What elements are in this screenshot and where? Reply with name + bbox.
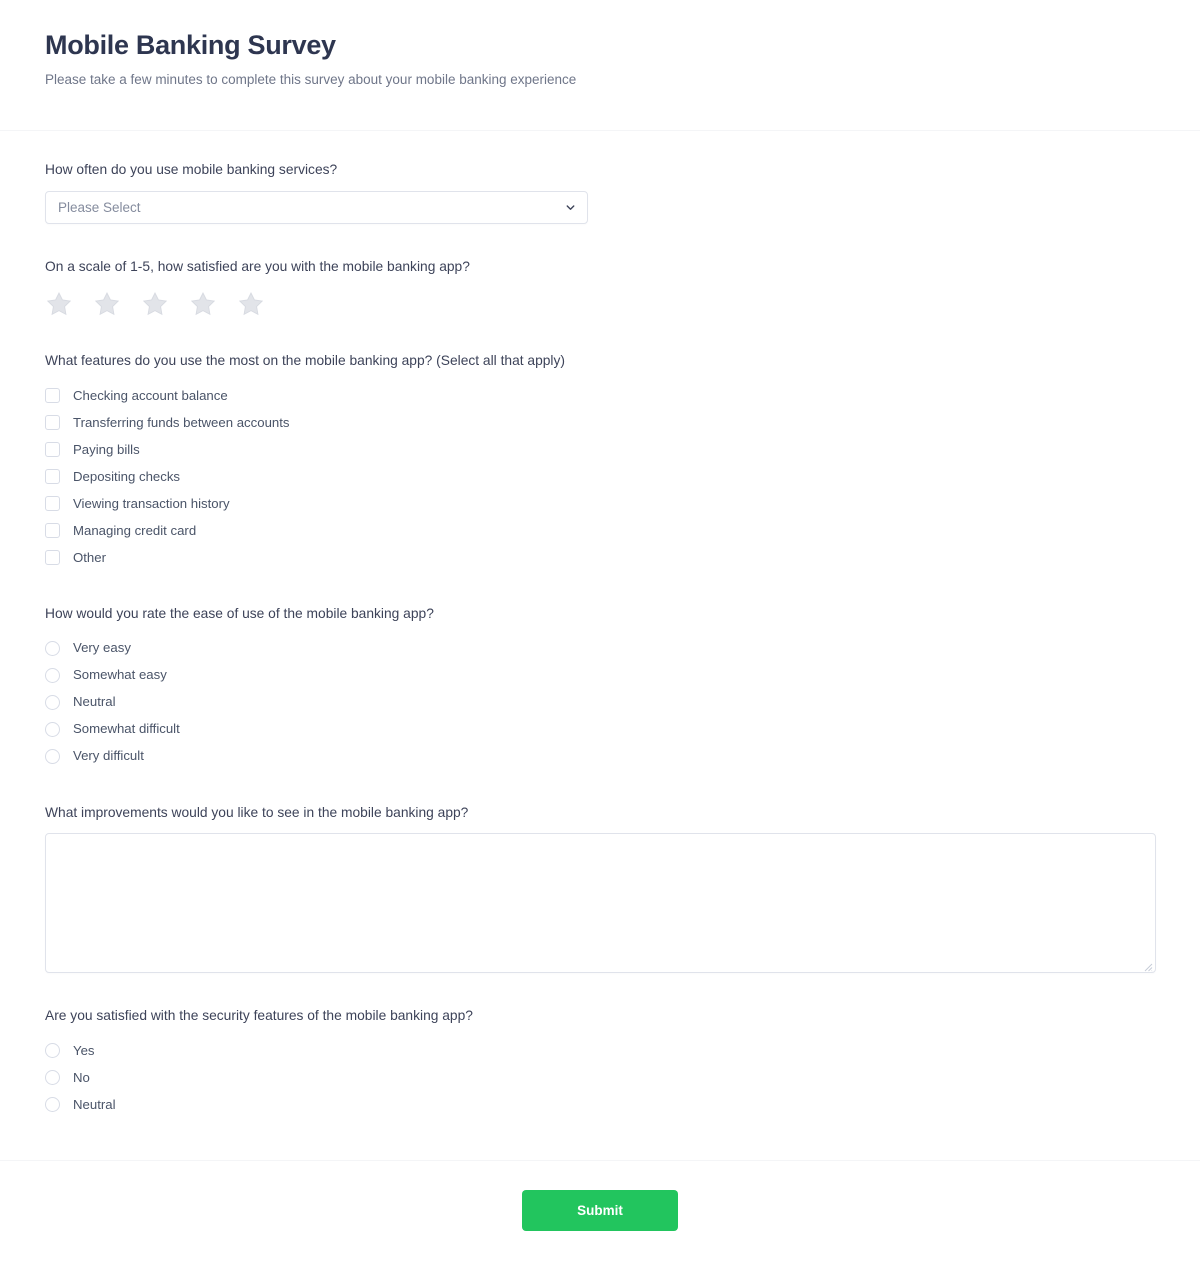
radio-icon[interactable] bbox=[45, 721, 60, 737]
list-item[interactable]: Neutral bbox=[45, 689, 1155, 716]
checkbox-icon[interactable] bbox=[45, 549, 60, 565]
list-item-label: Very easy bbox=[73, 640, 131, 656]
list-item[interactable]: Transferring funds between accounts bbox=[45, 409, 1155, 436]
question-security-label: Are you satisfied with the security feat… bbox=[45, 1008, 473, 1024]
checkbox-icon[interactable] bbox=[45, 441, 60, 457]
list-item[interactable]: Checking account balance bbox=[45, 382, 1155, 409]
list-item-label: Managing credit card bbox=[73, 522, 197, 538]
page-title: Mobile Banking Survey bbox=[45, 30, 336, 60]
list-item-label: Neutral bbox=[73, 1096, 116, 1112]
list-item-label: Checking account balance bbox=[73, 387, 228, 403]
list-item-label: Somewhat easy bbox=[73, 667, 167, 683]
list-item-label: Neutral bbox=[73, 694, 116, 710]
question-satisfaction-label: On a scale of 1-5, how satisfied are you… bbox=[45, 258, 470, 274]
features-checkbox-group: Checking account balance Transferring fu… bbox=[45, 382, 1155, 571]
star-rating[interactable] bbox=[45, 287, 1155, 318]
list-item-label: Yes bbox=[73, 1042, 95, 1058]
list-item[interactable]: No bbox=[45, 1064, 1155, 1091]
checkbox-icon[interactable] bbox=[45, 468, 60, 484]
list-item[interactable]: Depositing checks bbox=[45, 463, 1155, 490]
question-features-label: What features do you use the most on the… bbox=[45, 353, 565, 369]
question-ease-of-use: How would you rate the ease of use of th… bbox=[45, 605, 1155, 770]
question-security: Are you satisfied with the security feat… bbox=[45, 1007, 1155, 1118]
improvements-textarea-wrapper bbox=[45, 833, 1156, 974]
list-item-label: Very difficult bbox=[73, 748, 144, 764]
list-item[interactable]: Other bbox=[45, 544, 1155, 571]
frequency-select-value: Please Select bbox=[58, 199, 141, 215]
improvements-textarea[interactable] bbox=[46, 834, 1155, 973]
survey-form-body: How often do you use mobile banking serv… bbox=[0, 131, 1200, 1160]
question-satisfaction: On a scale of 1-5, how satisfied are you… bbox=[45, 258, 1155, 319]
list-item-label: No bbox=[73, 1069, 90, 1085]
checkbox-icon[interactable] bbox=[45, 387, 60, 403]
checkbox-icon[interactable] bbox=[45, 414, 60, 430]
checkbox-icon[interactable] bbox=[45, 495, 60, 511]
checkbox-icon[interactable] bbox=[45, 522, 60, 538]
list-item[interactable]: Somewhat difficult bbox=[45, 716, 1155, 743]
radio-icon[interactable] bbox=[45, 640, 60, 656]
radio-icon[interactable] bbox=[45, 694, 60, 710]
question-improvements: What improvements would you like to see … bbox=[45, 804, 1156, 974]
list-item-label: Depositing checks bbox=[73, 468, 181, 484]
star-icon-1[interactable] bbox=[45, 290, 73, 318]
list-item[interactable]: Yes bbox=[45, 1037, 1155, 1064]
question-ease-of-use-label: How would you rate the ease of use of th… bbox=[45, 605, 434, 621]
list-item[interactable]: Viewing transaction history bbox=[45, 490, 1155, 517]
survey-header: Mobile Banking Survey Please take a few … bbox=[0, 0, 1200, 131]
survey-footer: Submit bbox=[0, 1160, 1200, 1265]
radio-icon[interactable] bbox=[45, 1042, 60, 1058]
star-icon-5[interactable] bbox=[237, 290, 265, 318]
frequency-select[interactable]: Please Select bbox=[45, 190, 588, 224]
star-icon-3[interactable] bbox=[141, 290, 169, 318]
frequency-select-wrapper: Please Select bbox=[45, 190, 588, 224]
page-subtitle: Please take a few minutes to complete th… bbox=[45, 72, 577, 88]
list-item-label: Other bbox=[73, 549, 106, 565]
star-icon-4[interactable] bbox=[189, 290, 217, 318]
ease-of-use-radio-group: Very easy Somewhat easy Neutral Somewhat… bbox=[45, 635, 1155, 770]
radio-icon[interactable] bbox=[45, 748, 60, 764]
radio-icon[interactable] bbox=[45, 1096, 60, 1112]
list-item-label: Transferring funds between accounts bbox=[73, 414, 290, 430]
question-frequency-label: How often do you use mobile banking serv… bbox=[45, 162, 338, 177]
star-icon-2[interactable] bbox=[93, 290, 121, 318]
radio-icon[interactable] bbox=[45, 1069, 60, 1085]
submit-button[interactable]: Submit bbox=[522, 1190, 678, 1231]
list-item[interactable]: Neutral bbox=[45, 1091, 1155, 1118]
list-item[interactable]: Somewhat easy bbox=[45, 662, 1155, 689]
list-item-label: Viewing transaction history bbox=[73, 495, 230, 511]
list-item[interactable]: Very easy bbox=[45, 635, 1155, 662]
list-item-label: Paying bills bbox=[73, 441, 140, 457]
survey-page: Mobile Banking Survey Please take a few … bbox=[0, 0, 1200, 1265]
list-item[interactable]: Paying bills bbox=[45, 436, 1155, 463]
question-features: What features do you use the most on the… bbox=[45, 352, 1155, 571]
question-improvements-label: What improvements would you like to see … bbox=[45, 804, 469, 820]
security-radio-group: Yes No Neutral bbox=[45, 1037, 1155, 1118]
list-item[interactable]: Very difficult bbox=[45, 743, 1155, 770]
radio-icon[interactable] bbox=[45, 667, 60, 683]
list-item[interactable]: Managing credit card bbox=[45, 517, 1155, 544]
list-item-label: Somewhat difficult bbox=[73, 721, 180, 737]
question-frequency: How often do you use mobile banking serv… bbox=[45, 161, 1155, 224]
